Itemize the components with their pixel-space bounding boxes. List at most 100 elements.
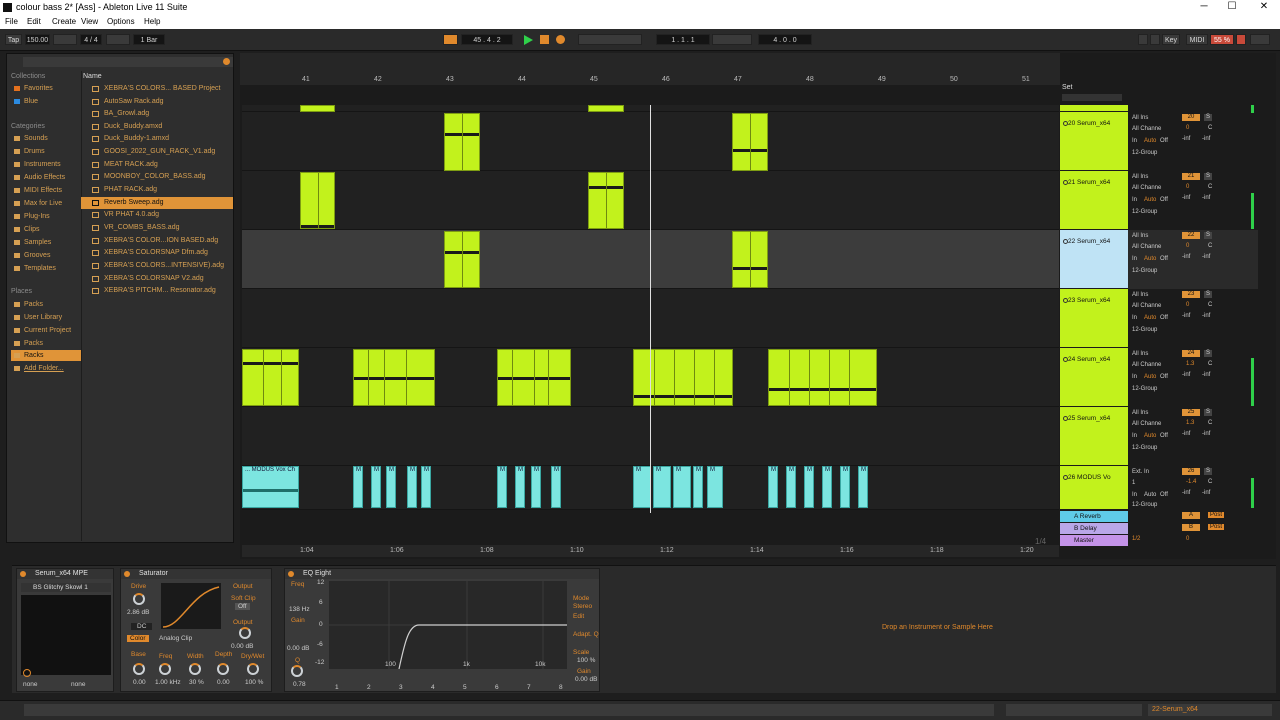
width-value[interactable]: 30 % — [189, 679, 204, 686]
solo-button[interactable]: S — [1204, 114, 1212, 121]
output-select[interactable]: 12-Group — [1132, 209, 1157, 215]
add-folder-link[interactable]: Add Folder... — [11, 363, 81, 374]
input-type-select[interactable]: All Ins — [1132, 292, 1148, 298]
device-title-bar[interactable]: EQ Eight — [285, 569, 599, 579]
input-type-select[interactable]: All Ins — [1132, 351, 1148, 357]
monitor-in-button[interactable]: In — [1132, 315, 1137, 321]
output-select[interactable]: 12-Group — [1132, 150, 1157, 156]
input-channel-select[interactable]: All Channe — [1132, 303, 1161, 309]
sidebar-item-sounds[interactable]: Sounds — [11, 133, 81, 144]
solo-button[interactable]: S — [1204, 468, 1212, 475]
file-item[interactable]: GOOSI_2022_GUN_RACK_V1.adg — [81, 146, 233, 158]
audio-clip[interactable]: M — [768, 466, 778, 508]
audio-clip[interactable]: M — [497, 466, 507, 508]
track-header-26[interactable]: 26 MODUS Vo — [1060, 466, 1128, 510]
audio-clip[interactable]: ... MODUS Vox Ch — [242, 466, 299, 508]
minimize-button[interactable]: ─ — [1190, 0, 1218, 16]
locator-buttons[interactable] — [1062, 94, 1122, 101]
pan-field[interactable]: C — [1208, 243, 1212, 249]
input-channel-select[interactable]: All Channe — [1132, 185, 1161, 191]
depth-value[interactable]: 0.00 — [217, 679, 230, 686]
midi-clip[interactable] — [444, 113, 480, 171]
eq-q-value[interactable]: 0.78 — [293, 681, 306, 688]
file-item[interactable]: PHAT RACK.adg — [81, 184, 233, 196]
master-volume[interactable]: 0 — [1186, 536, 1189, 542]
chain-item[interactable]: BS Glitchy Skowl 1 — [21, 583, 111, 592]
pan-field[interactable]: C — [1208, 479, 1212, 485]
midi-clip[interactable] — [732, 113, 768, 171]
nudge-buttons[interactable] — [53, 34, 77, 45]
track-number-button[interactable]: 21 — [1182, 173, 1200, 180]
volume-field[interactable]: -1.4 — [1186, 479, 1196, 485]
input-type-select[interactable]: All Ins — [1132, 115, 1148, 121]
menu-file[interactable]: File — [5, 17, 18, 26]
sidebar-item-grooves[interactable]: Grooves — [11, 250, 81, 261]
automation-arm-buttons[interactable] — [578, 34, 642, 45]
input-type-select[interactable]: All Ins — [1132, 233, 1148, 239]
eq-band-toggle[interactable]: 4 — [431, 684, 435, 691]
soft-clip-toggle[interactable]: Off — [235, 603, 250, 610]
monitor-off-button[interactable]: Off — [1160, 315, 1168, 321]
key-map-button[interactable]: Key — [1162, 34, 1180, 45]
audio-clip[interactable]: M — [353, 466, 363, 508]
keyboard-icon[interactable] — [1150, 34, 1160, 45]
audio-clip[interactable]: M — [822, 466, 832, 508]
input-channel-select[interactable]: All Channe — [1132, 126, 1161, 132]
file-item[interactable]: MOONBOY_COLOR_BASS.adg — [81, 171, 233, 183]
eq-gain-value[interactable]: 0.00 dB — [287, 645, 309, 652]
quantize-menu[interactable]: 1 Bar — [133, 34, 165, 45]
track-header-25[interactable]: 25 Serum_x64 — [1060, 407, 1128, 466]
volume-field[interactable]: 0 — [1186, 184, 1189, 190]
metronome-button[interactable] — [106, 34, 130, 45]
eq-adapt-q-label[interactable]: Adapt. Q — [573, 631, 599, 638]
return-a-button[interactable]: A — [1182, 512, 1200, 519]
chain-right-select[interactable]: none — [71, 681, 85, 688]
monitor-auto-button[interactable]: Auto — [1144, 256, 1156, 262]
sidebar-item-midi-effects[interactable]: MIDI Effects — [11, 185, 81, 196]
sidebar-item-drums[interactable]: Drums — [11, 146, 81, 157]
file-item[interactable]: XEBRA'S COLORS...INTENSIVE).adg — [81, 260, 233, 272]
file-item-selected[interactable]: Reverb Sweep.adg — [81, 197, 233, 209]
return-track-b[interactable]: B Delay — [1060, 523, 1128, 534]
output-value[interactable]: 0.00 dB — [231, 643, 253, 650]
sidebar-item-instruments[interactable]: Instruments — [11, 159, 81, 170]
monitor-in-button[interactable]: In — [1132, 197, 1137, 203]
file-item[interactable]: MEAT RACK.adg — [81, 159, 233, 171]
track-number-button[interactable]: 23 — [1182, 291, 1200, 298]
record-icon[interactable] — [556, 35, 565, 44]
sidebar-item-clips[interactable]: Clips — [11, 224, 81, 235]
audio-clip[interactable]: M — [371, 466, 381, 508]
midi-clip[interactable] — [768, 349, 877, 406]
midi-clip[interactable] — [732, 231, 768, 288]
file-item[interactable]: XEBRA'S COLORSNAP V2.adg — [81, 273, 233, 285]
monitor-auto-button[interactable]: Auto — [1144, 197, 1156, 203]
file-item[interactable]: VR_COMBS_BASS.adg — [81, 222, 233, 234]
solo-button[interactable]: S — [1204, 173, 1212, 180]
eq-band-toggle[interactable]: 5 — [463, 684, 467, 691]
input-channel-select[interactable]: All Channe — [1132, 362, 1161, 368]
base-value[interactable]: 0.00 — [133, 679, 146, 686]
eq-band-toggle[interactable]: 2 — [367, 684, 371, 691]
midi-clip[interactable] — [444, 231, 480, 288]
solo-button[interactable]: S — [1204, 409, 1212, 416]
midi-clip[interactable] — [497, 349, 571, 406]
bar-ruler[interactable] — [240, 75, 1060, 85]
pan-field[interactable]: C — [1208, 302, 1212, 308]
tempo-field[interactable]: 150.00 — [25, 34, 50, 45]
time-signature-field[interactable]: 4 / 4 — [80, 34, 102, 45]
eq-band-toggle[interactable]: 7 — [527, 684, 531, 691]
dry-wet-knob[interactable] — [247, 663, 259, 675]
output-knob[interactable] — [239, 627, 251, 639]
track-number-button[interactable]: 22 — [1182, 232, 1200, 239]
track-header-23[interactable]: 23 Serum_x64 — [1060, 289, 1128, 348]
chain-list[interactable] — [21, 595, 111, 675]
volume-field[interactable]: 0 — [1186, 243, 1189, 249]
freq-value[interactable]: 1.00 kHz — [155, 679, 181, 686]
menu-help[interactable]: Help — [144, 17, 160, 26]
solo-button[interactable]: S — [1204, 232, 1212, 239]
monitor-in-button[interactable]: In — [1132, 492, 1137, 498]
solo-button[interactable]: S — [1204, 291, 1212, 298]
volume-field[interactable]: 1.3 — [1186, 361, 1194, 367]
width-knob[interactable] — [189, 663, 201, 675]
eq-mode-select[interactable]: Stereo — [573, 603, 592, 610]
